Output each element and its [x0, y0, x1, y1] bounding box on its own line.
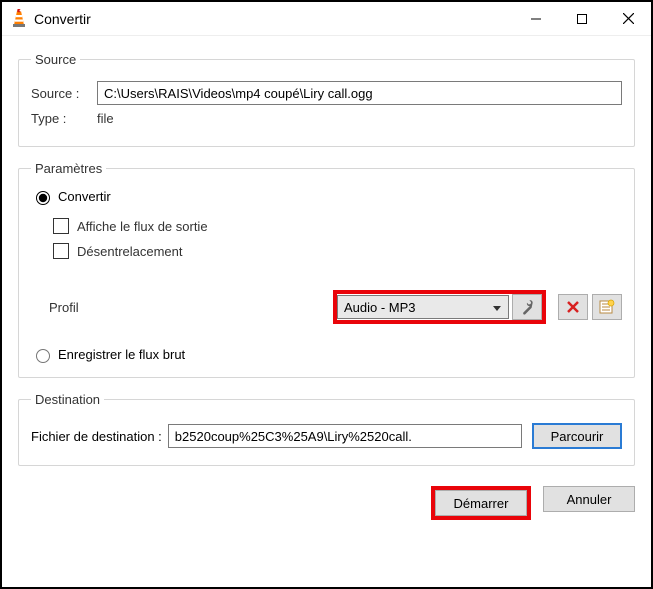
destination-file-input[interactable] [168, 424, 522, 448]
cancel-button-label: Annuler [567, 492, 612, 507]
browse-button[interactable]: Parcourir [532, 423, 622, 449]
settings-legend: Paramètres [31, 161, 106, 176]
convert-radio-label: Convertir [58, 189, 111, 204]
convert-window: Convertir Source Source : Type : file [0, 0, 653, 589]
dump-raw-label: Enregistrer le flux brut [58, 347, 185, 362]
close-button[interactable] [605, 2, 651, 36]
source-type-label: Type : [31, 111, 97, 126]
new-profile-button[interactable] [592, 294, 622, 320]
start-button[interactable]: Démarrer [435, 490, 527, 516]
wrench-icon [519, 299, 535, 315]
destination-legend: Destination [31, 392, 104, 407]
minimize-button[interactable] [513, 2, 559, 36]
show-output-label: Affiche le flux de sortie [77, 219, 208, 234]
titlebar: Convertir [2, 2, 651, 36]
maximize-button[interactable] [559, 2, 605, 36]
source-group: Source Source : Type : file [18, 52, 635, 147]
profile-combobox-value: Audio - MP3 [344, 300, 416, 315]
source-path-label: Source : [31, 86, 97, 101]
browse-button-label: Parcourir [551, 429, 604, 444]
destination-file-label: Fichier de destination : [31, 429, 162, 444]
deinterlace-checkbox[interactable] [53, 243, 69, 259]
x-delete-icon [566, 300, 580, 314]
source-type-value: file [97, 109, 114, 128]
source-path-input[interactable] [97, 81, 622, 105]
start-button-label: Démarrer [454, 496, 509, 511]
dump-raw-radio[interactable] [36, 349, 50, 363]
window-title: Convertir [34, 11, 91, 27]
profile-highlight: Audio - MP3 [333, 290, 546, 324]
profile-combobox[interactable]: Audio - MP3 [337, 295, 509, 319]
profile-label: Profil [49, 300, 109, 315]
new-list-icon [599, 299, 615, 315]
destination-group: Destination Fichier de destination : Par… [18, 392, 635, 466]
show-output-checkbox[interactable] [53, 218, 69, 234]
delete-profile-button[interactable] [558, 294, 588, 320]
settings-group: Paramètres Convertir Affiche le flux de … [18, 161, 635, 378]
cancel-button[interactable]: Annuler [543, 486, 635, 512]
vlc-icon [10, 8, 28, 30]
edit-profile-button[interactable] [512, 294, 542, 320]
dialog-footer: Démarrer Annuler [2, 480, 651, 520]
deinterlace-label: Désentrelacement [77, 244, 183, 259]
source-legend: Source [31, 52, 80, 67]
start-highlight: Démarrer [431, 486, 531, 520]
convert-radio[interactable] [36, 191, 50, 205]
